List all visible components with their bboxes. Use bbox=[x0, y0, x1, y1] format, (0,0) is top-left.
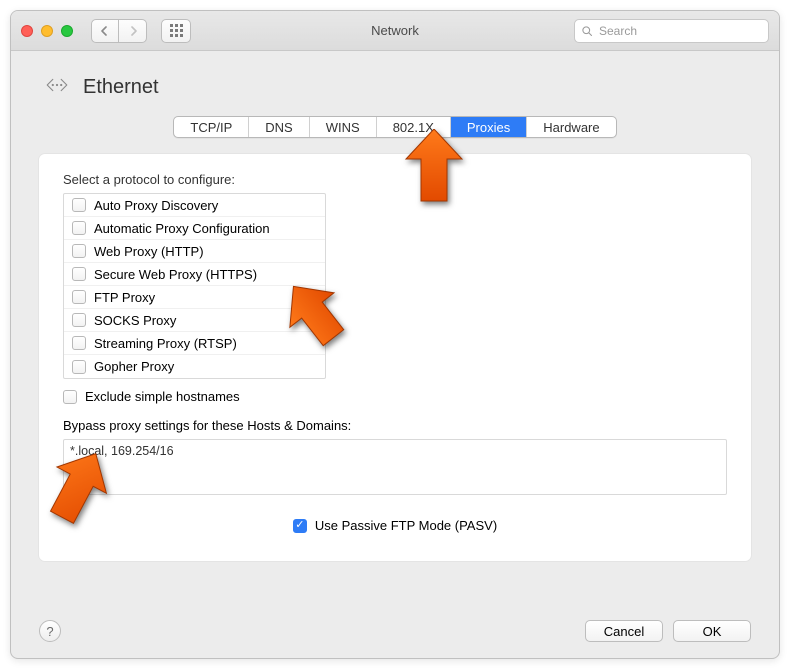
header: Ethernet bbox=[43, 73, 751, 102]
checkbox-icon[interactable] bbox=[72, 267, 86, 281]
cancel-button[interactable]: Cancel bbox=[585, 620, 663, 642]
protocol-https[interactable]: Secure Web Proxy (HTTPS) bbox=[64, 263, 325, 286]
pasv-row[interactable]: ✓ Use Passive FTP Mode (PASV) bbox=[63, 518, 727, 533]
exclude-hostnames-row[interactable]: Exclude simple hostnames bbox=[63, 389, 727, 404]
protocol-socks[interactable]: SOCKS Proxy bbox=[64, 309, 325, 332]
tab-wins[interactable]: WINS bbox=[310, 117, 377, 137]
page-title: Ethernet bbox=[83, 76, 159, 99]
checkbox-icon[interactable] bbox=[72, 360, 86, 374]
show-all-button[interactable] bbox=[161, 19, 191, 43]
checkbox-checked-icon[interactable]: ✓ bbox=[293, 519, 307, 533]
protocol-list[interactable]: Auto Proxy Discovery Automatic Proxy Con… bbox=[63, 193, 326, 379]
tab-8021x[interactable]: 802.1X bbox=[377, 117, 451, 137]
network-preferences-window: Network Search PC Ethernet TCP/IP DNS WI… bbox=[10, 10, 780, 659]
zoom-icon[interactable] bbox=[61, 25, 73, 37]
tab-proxies[interactable]: Proxies bbox=[451, 117, 527, 137]
protocol-auto-config[interactable]: Automatic Proxy Configuration bbox=[64, 217, 325, 240]
checkbox-icon[interactable] bbox=[72, 313, 86, 327]
bypass-label: Bypass proxy settings for these Hosts & … bbox=[63, 418, 727, 433]
proxies-panel: Select a protocol to configure: Auto Pro… bbox=[39, 154, 751, 561]
ethernet-icon bbox=[43, 73, 71, 102]
bypass-textarea[interactable] bbox=[63, 439, 727, 495]
window-controls bbox=[21, 25, 73, 37]
nav-buttons bbox=[91, 19, 147, 43]
tab-tcpip[interactable]: TCP/IP bbox=[174, 117, 249, 137]
tab-bar: TCP/IP DNS WINS 802.1X Proxies Hardware bbox=[173, 116, 616, 138]
checkbox-icon[interactable] bbox=[72, 336, 86, 350]
checkbox-icon[interactable] bbox=[72, 198, 86, 212]
protocol-rtsp[interactable]: Streaming Proxy (RTSP) bbox=[64, 332, 325, 355]
titlebar: Network Search bbox=[11, 11, 779, 51]
help-button[interactable]: ? bbox=[39, 620, 61, 642]
search-input[interactable]: Search bbox=[574, 19, 769, 43]
select-protocol-label: Select a protocol to configure: bbox=[63, 172, 727, 187]
footer: ? Cancel OK bbox=[39, 608, 751, 642]
protocol-gopher[interactable]: Gopher Proxy bbox=[64, 355, 325, 378]
tab-dns[interactable]: DNS bbox=[249, 117, 309, 137]
pasv-label: Use Passive FTP Mode (PASV) bbox=[315, 518, 497, 533]
content-area: PC Ethernet TCP/IP DNS WINS 802.1X Proxi… bbox=[11, 51, 779, 658]
close-icon[interactable] bbox=[21, 25, 33, 37]
checkbox-icon[interactable] bbox=[72, 221, 86, 235]
checkbox-icon[interactable] bbox=[63, 390, 77, 404]
exclude-hostnames-label: Exclude simple hostnames bbox=[85, 389, 240, 404]
protocol-ftp[interactable]: FTP Proxy bbox=[64, 286, 325, 309]
protocol-http[interactable]: Web Proxy (HTTP) bbox=[64, 240, 325, 263]
grid-icon bbox=[170, 24, 183, 37]
ok-button[interactable]: OK bbox=[673, 620, 751, 642]
back-button[interactable] bbox=[91, 19, 119, 43]
tab-hardware[interactable]: Hardware bbox=[527, 117, 615, 137]
checkbox-icon[interactable] bbox=[72, 244, 86, 258]
minimize-icon[interactable] bbox=[41, 25, 53, 37]
protocol-auto-discovery[interactable]: Auto Proxy Discovery bbox=[64, 194, 325, 217]
search-placeholder: Search bbox=[599, 24, 637, 38]
forward-button[interactable] bbox=[119, 19, 147, 43]
search-icon bbox=[581, 25, 593, 37]
checkbox-icon[interactable] bbox=[72, 290, 86, 304]
